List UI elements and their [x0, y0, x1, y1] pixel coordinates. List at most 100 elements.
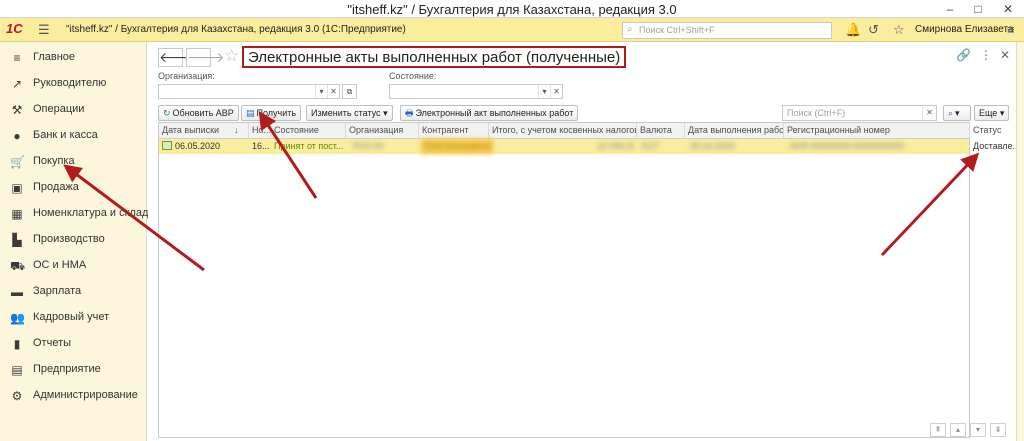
refresh-icon: ↻ — [163, 108, 171, 118]
clear-icon[interactable]: ✕ — [922, 106, 936, 120]
building-icon: ▤ — [11, 363, 23, 377]
sidebar-item-salary[interactable]: ▬ Зарплата — [0, 280, 147, 306]
close-icon[interactable]: ✕ — [1000, 48, 1010, 62]
people-icon: 👥 — [10, 311, 25, 325]
open-icon[interactable]: ⧉ — [342, 84, 357, 99]
tools-icon: ⚒ — [11, 103, 23, 117]
more-button[interactable]: Еще ▾ — [974, 105, 1010, 121]
sidebar-item-purchase[interactable]: 🛒 Покупка — [0, 150, 147, 176]
list-search-placeholder: Поиск (Ctrl+F) — [787, 108, 846, 118]
state-field[interactable]: ▾ ✕ — [389, 84, 563, 99]
col-state[interactable]: Состояние — [271, 123, 346, 138]
change-status-label: Изменить статус — [311, 108, 381, 118]
minimize-button[interactable]: – — [936, 1, 964, 17]
refresh-avr-label: Обновить АВР — [172, 108, 234, 118]
col-currency[interactable]: Валюта — [637, 123, 685, 138]
sidebar-item-label: Зарплата — [33, 285, 82, 297]
more-vertical-icon[interactable]: ⋮ — [980, 48, 992, 62]
window-scrollbar[interactable] — [1016, 42, 1024, 441]
page-down-icon[interactable]: ▾ — [970, 423, 986, 437]
app-title: "itsheff.kz" / Бухгалтерия для Казахстан… — [66, 24, 406, 35]
truck-icon: ⛟ — [10, 259, 26, 273]
bell-icon[interactable]: 🔔 — [845, 23, 861, 37]
col-total[interactable]: Итого, с учетом косвенных налогов — [489, 123, 637, 138]
search-button[interactable]: ⌕ ▾ — [943, 105, 971, 121]
forward-button[interactable]: 🡒 — [186, 48, 225, 67]
organization-field[interactable]: ▾ ✕ — [158, 84, 340, 99]
sidebar-item-main[interactable]: ≡ Главное — [0, 46, 147, 72]
box-icon: ▣ — [11, 181, 23, 195]
documents-table: Дата выписки ↓ Но... Состояние Организац… — [158, 122, 1020, 438]
link-icon[interactable]: 🔗 — [956, 48, 971, 62]
sidebar-item-label: Операции — [33, 103, 85, 115]
clear-icon[interactable]: ✕ — [327, 85, 339, 98]
sidebar-item-label: Кадровый учет — [33, 311, 110, 323]
sidebar-item-sales[interactable]: ▣ Продажа — [0, 176, 147, 202]
col-reg-number[interactable]: Регистрационный номер — [784, 123, 970, 138]
sidebar-item-bank[interactable]: ● Банк и касса — [0, 124, 147, 150]
sort-down-icon[interactable]: ↓ — [234, 123, 249, 138]
star-icon[interactable]: ☆ — [893, 23, 905, 37]
sidebar-item-production[interactable]: ▙ Производство — [0, 228, 147, 254]
global-search-placeholder: Поиск Ctrl+Shift+F — [639, 25, 715, 35]
table-header: Дата выписки ↓ Но... Состояние Организац… — [159, 123, 1001, 139]
maximize-button[interactable]: □ — [964, 1, 992, 17]
electronic-act-button[interactable]: 🖶 Электронный акт выполненных работ — [400, 105, 579, 121]
settings-menu-icon[interactable]: ≡ — [1007, 23, 1015, 37]
cell-currency: KZT — [642, 141, 659, 151]
sidebar-item-operations[interactable]: ⚒ Операции — [0, 98, 147, 124]
chevron-down-icon[interactable]: ▾ — [538, 85, 550, 98]
receive-icon: ▤ — [246, 108, 255, 118]
sidebar-item-director[interactable]: ↗ Руководителю — [0, 72, 147, 98]
back-button[interactable]: 🡐 — [158, 48, 197, 67]
window-titlebar: "itsheff.kz" / Бухгалтерия для Казахстан… — [0, 0, 1024, 18]
cell-organization: ТОО Ит — [352, 141, 385, 151]
col-contractor[interactable]: Контрагент — [419, 123, 489, 138]
col-work-date[interactable]: Дата выполнения работ — [685, 123, 784, 138]
window-title: "itsheff.kz" / Бухгалтерия для Казахстан… — [347, 2, 677, 17]
more-label: Еще — [979, 108, 998, 118]
cell-status: Доставле... — [973, 141, 1020, 151]
sidebar-item-label: Отчеты — [33, 337, 72, 349]
refresh-avr-button[interactable]: ↻ Обновить АВР — [158, 105, 239, 121]
main-panel: 🡐 🡒 ☆ Электронные акты выполненных работ… — [148, 42, 1020, 441]
sidebar-item-hr[interactable]: 👥 Кадровый учет — [0, 306, 147, 332]
col-status[interactable]: Статус — [970, 123, 1020, 138]
col-number[interactable]: Но... — [249, 123, 271, 138]
chevron-down-icon[interactable]: ▾ — [315, 85, 327, 98]
user-name[interactable]: Смирнова Елизавета — [915, 24, 1014, 35]
favorite-star-icon[interactable]: ☆ — [224, 46, 239, 66]
receive-button[interactable]: ▤ Получить — [241, 105, 302, 121]
sidebar-item-label: ОС и НМА — [33, 259, 87, 271]
list-search-input[interactable]: Поиск (Ctrl+F) ✕ — [782, 105, 937, 121]
cell-state: Принят от пост... — [274, 141, 344, 151]
sidebar-item-fixed-assets[interactable]: ⛟ ОС и НМА — [0, 254, 147, 280]
cell-date: 06.05.2020 — [159, 139, 249, 154]
warehouse-icon: ▦ — [11, 207, 23, 221]
clear-icon[interactable]: ✕ — [550, 85, 562, 98]
cell-total: 10 000,00 — [597, 141, 634, 151]
app-toolbar: 1С ☰ "itsheff.kz" / Бухгалтерия для Каза… — [0, 18, 1024, 42]
change-status-button[interactable]: Изменить статус ▾ — [306, 105, 393, 121]
col-organization[interactable]: Организация — [346, 123, 419, 138]
main-menu-icon[interactable]: ☰ — [38, 23, 50, 37]
factory-icon: ▙ — [12, 233, 22, 247]
logo-1c-icon: 1С — [6, 21, 23, 36]
sidebar-item-admin[interactable]: ⚙ Администрирование — [0, 384, 147, 410]
electronic-act-label: Электронный акт выполненных работ — [415, 108, 574, 118]
table-row[interactable]: 06.05.2020 16... Принят от пост... ТОО И… — [159, 139, 1020, 154]
sidebar-item-nomenclature[interactable]: ▦ Номенклатура и склад — [0, 202, 148, 228]
history-icon[interactable]: ↺ — [868, 23, 879, 37]
close-window-button[interactable]: ✕ — [994, 1, 1022, 17]
cell-date-value: 06.05.2020 — [175, 141, 221, 151]
global-search-input[interactable]: ⌕ Поиск Ctrl+Shift+F — [622, 22, 832, 39]
menu-icon: ≡ — [13, 51, 21, 65]
page-first-icon[interactable]: ⇞ — [930, 423, 946, 437]
page-last-icon[interactable]: ⇟ — [990, 423, 1006, 437]
money-icon: ▬ — [11, 285, 23, 299]
receive-label: Получить — [256, 108, 297, 118]
sidebar-item-reports[interactable]: ▮ Отчеты — [0, 332, 147, 358]
page-up-icon[interactable]: ▴ — [950, 423, 966, 437]
cart-icon: 🛒 — [10, 155, 25, 169]
sidebar-item-enterprise[interactable]: ▤ Предприятие — [0, 358, 147, 384]
